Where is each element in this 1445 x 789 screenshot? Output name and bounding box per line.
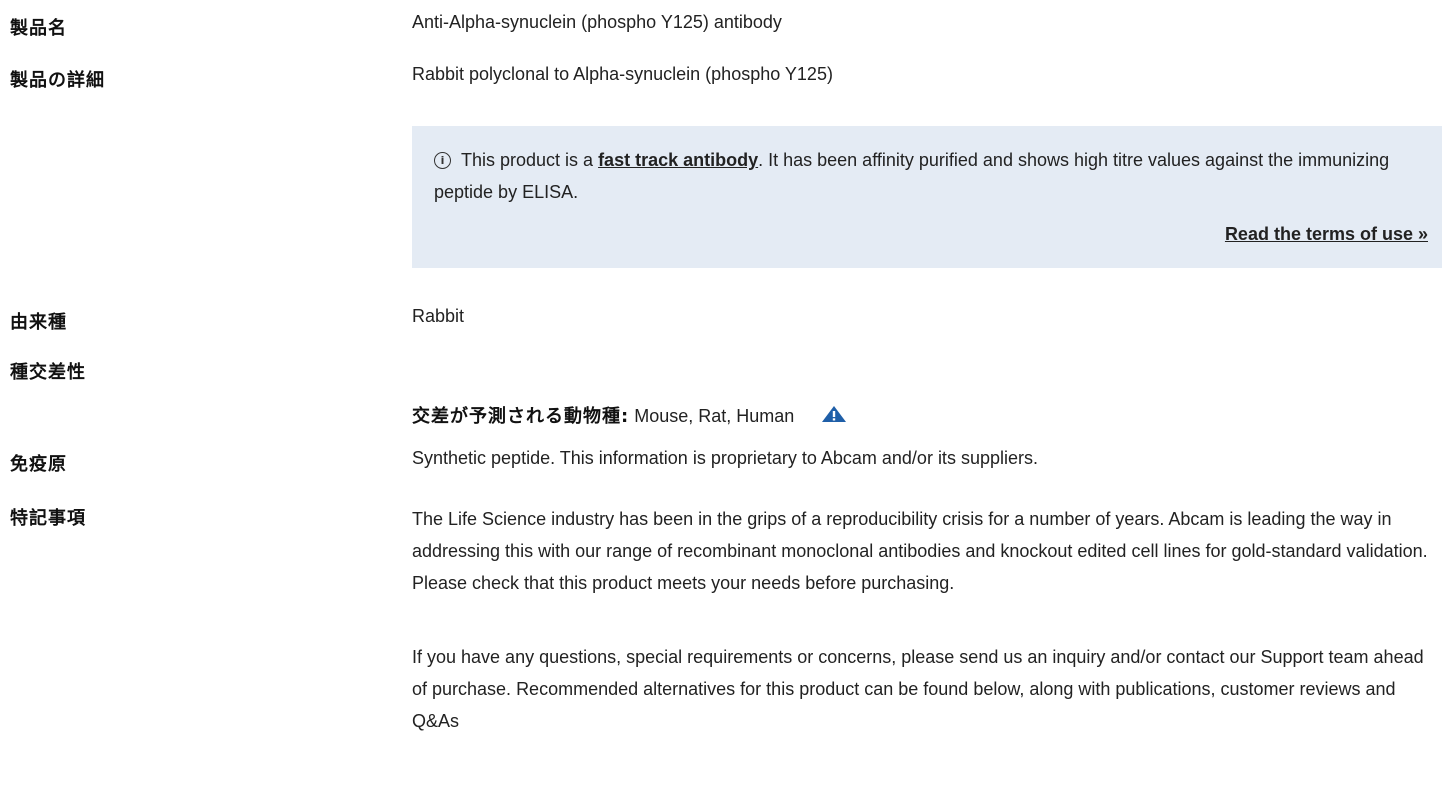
- predicted-reactivity-label: 交差が予測される動物種:: [412, 406, 630, 427]
- product-detail-value: Rabbit polyclonal to Alpha-synuclein (ph…: [412, 64, 833, 84]
- general-notes-paragraph-2: If you have any questions, special requi…: [412, 647, 1424, 731]
- predicted-reactivity: 交差が予測される動物種: Mouse, Rat, Human: [412, 402, 847, 428]
- product-name-value: Anti-Alpha-synuclein (phospho Y125) anti…: [412, 12, 782, 32]
- info-icon: i: [434, 152, 451, 169]
- predicted-reactivity-value: Mouse, Rat, Human: [629, 406, 795, 426]
- product-name-label: 製品名: [10, 18, 67, 39]
- notice-prefix: This product is a: [461, 150, 599, 170]
- host-species-label: 由来種: [10, 312, 67, 333]
- general-notes-label: 特記事項: [10, 508, 86, 529]
- product-detail-label: 製品の詳細: [10, 70, 105, 91]
- general-notes-paragraph-1: The Life Science industry has been in th…: [412, 509, 1428, 593]
- warning-triangle-icon[interactable]: [821, 405, 847, 428]
- immunogen-value: Synthetic peptide. This information is p…: [412, 448, 1038, 468]
- species-reactivity-label: 種交差性: [10, 362, 86, 383]
- host-species-value: Rabbit: [412, 306, 465, 326]
- notice-text: i This product is a fast track antibody. …: [434, 144, 1424, 208]
- fast-track-notice: i This product is a fast track antibody. …: [412, 126, 1442, 268]
- terms-of-use-link[interactable]: Read the terms of use »: [1225, 224, 1428, 245]
- fast-track-antibody-link[interactable]: fast track antibody: [598, 150, 758, 170]
- immunogen-label: 免疫原: [10, 454, 67, 475]
